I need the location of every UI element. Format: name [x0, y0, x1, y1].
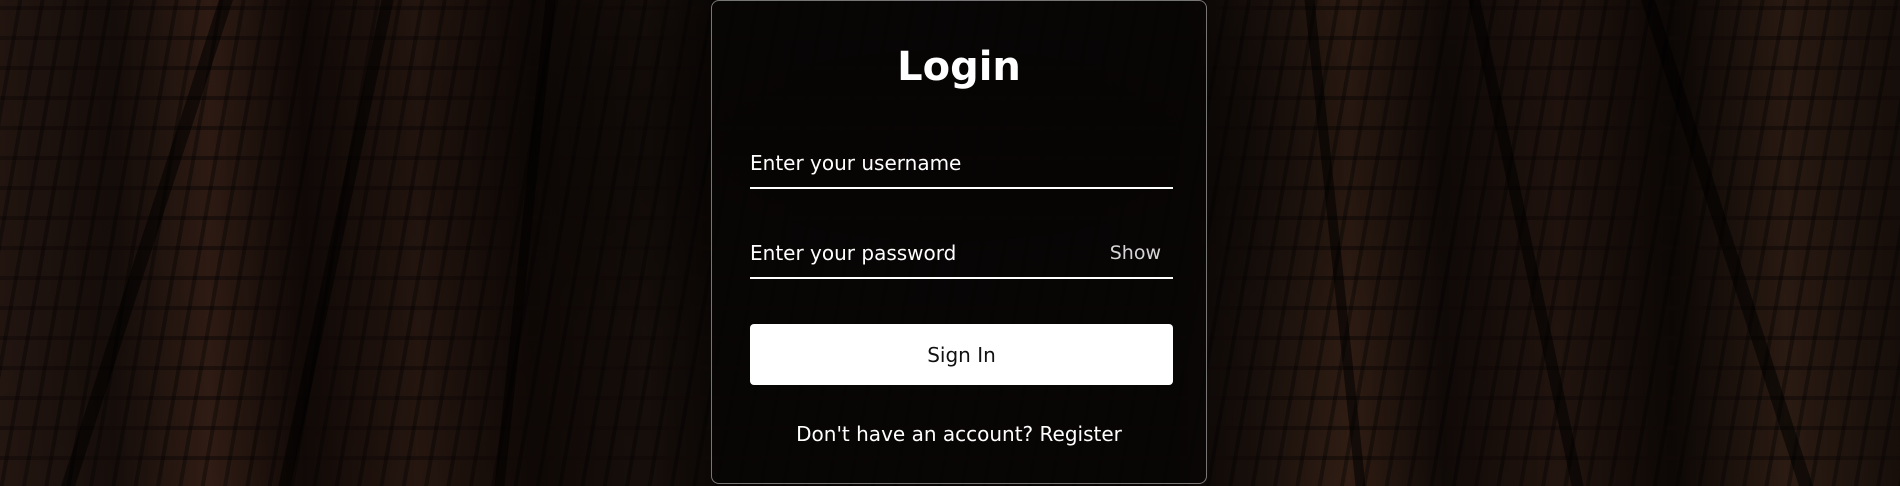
register-link[interactable]: Register: [1040, 422, 1122, 446]
username-input[interactable]: [750, 143, 1173, 183]
shelf-divider: [1304, 0, 1366, 486]
shelf-divider: [1641, 0, 1813, 486]
login-card: Login Show Sign In Don't have an account…: [711, 0, 1207, 484]
show-password-toggle[interactable]: Show: [1110, 242, 1161, 264]
login-title: Login: [897, 44, 1021, 90]
shelf-divider: [1468, 0, 1584, 486]
shelf-divider: [61, 0, 233, 486]
shelf-divider: [494, 0, 556, 486]
username-field: [750, 143, 1173, 189]
password-field: Show: [750, 233, 1173, 279]
sign-in-button[interactable]: Sign In: [750, 324, 1173, 385]
register-prompt-text: Don't have an account?: [796, 422, 1040, 446]
register-prompt-line: Don't have an account? Register: [712, 422, 1206, 446]
password-input[interactable]: [750, 233, 1090, 273]
shelf-divider: [278, 0, 394, 486]
